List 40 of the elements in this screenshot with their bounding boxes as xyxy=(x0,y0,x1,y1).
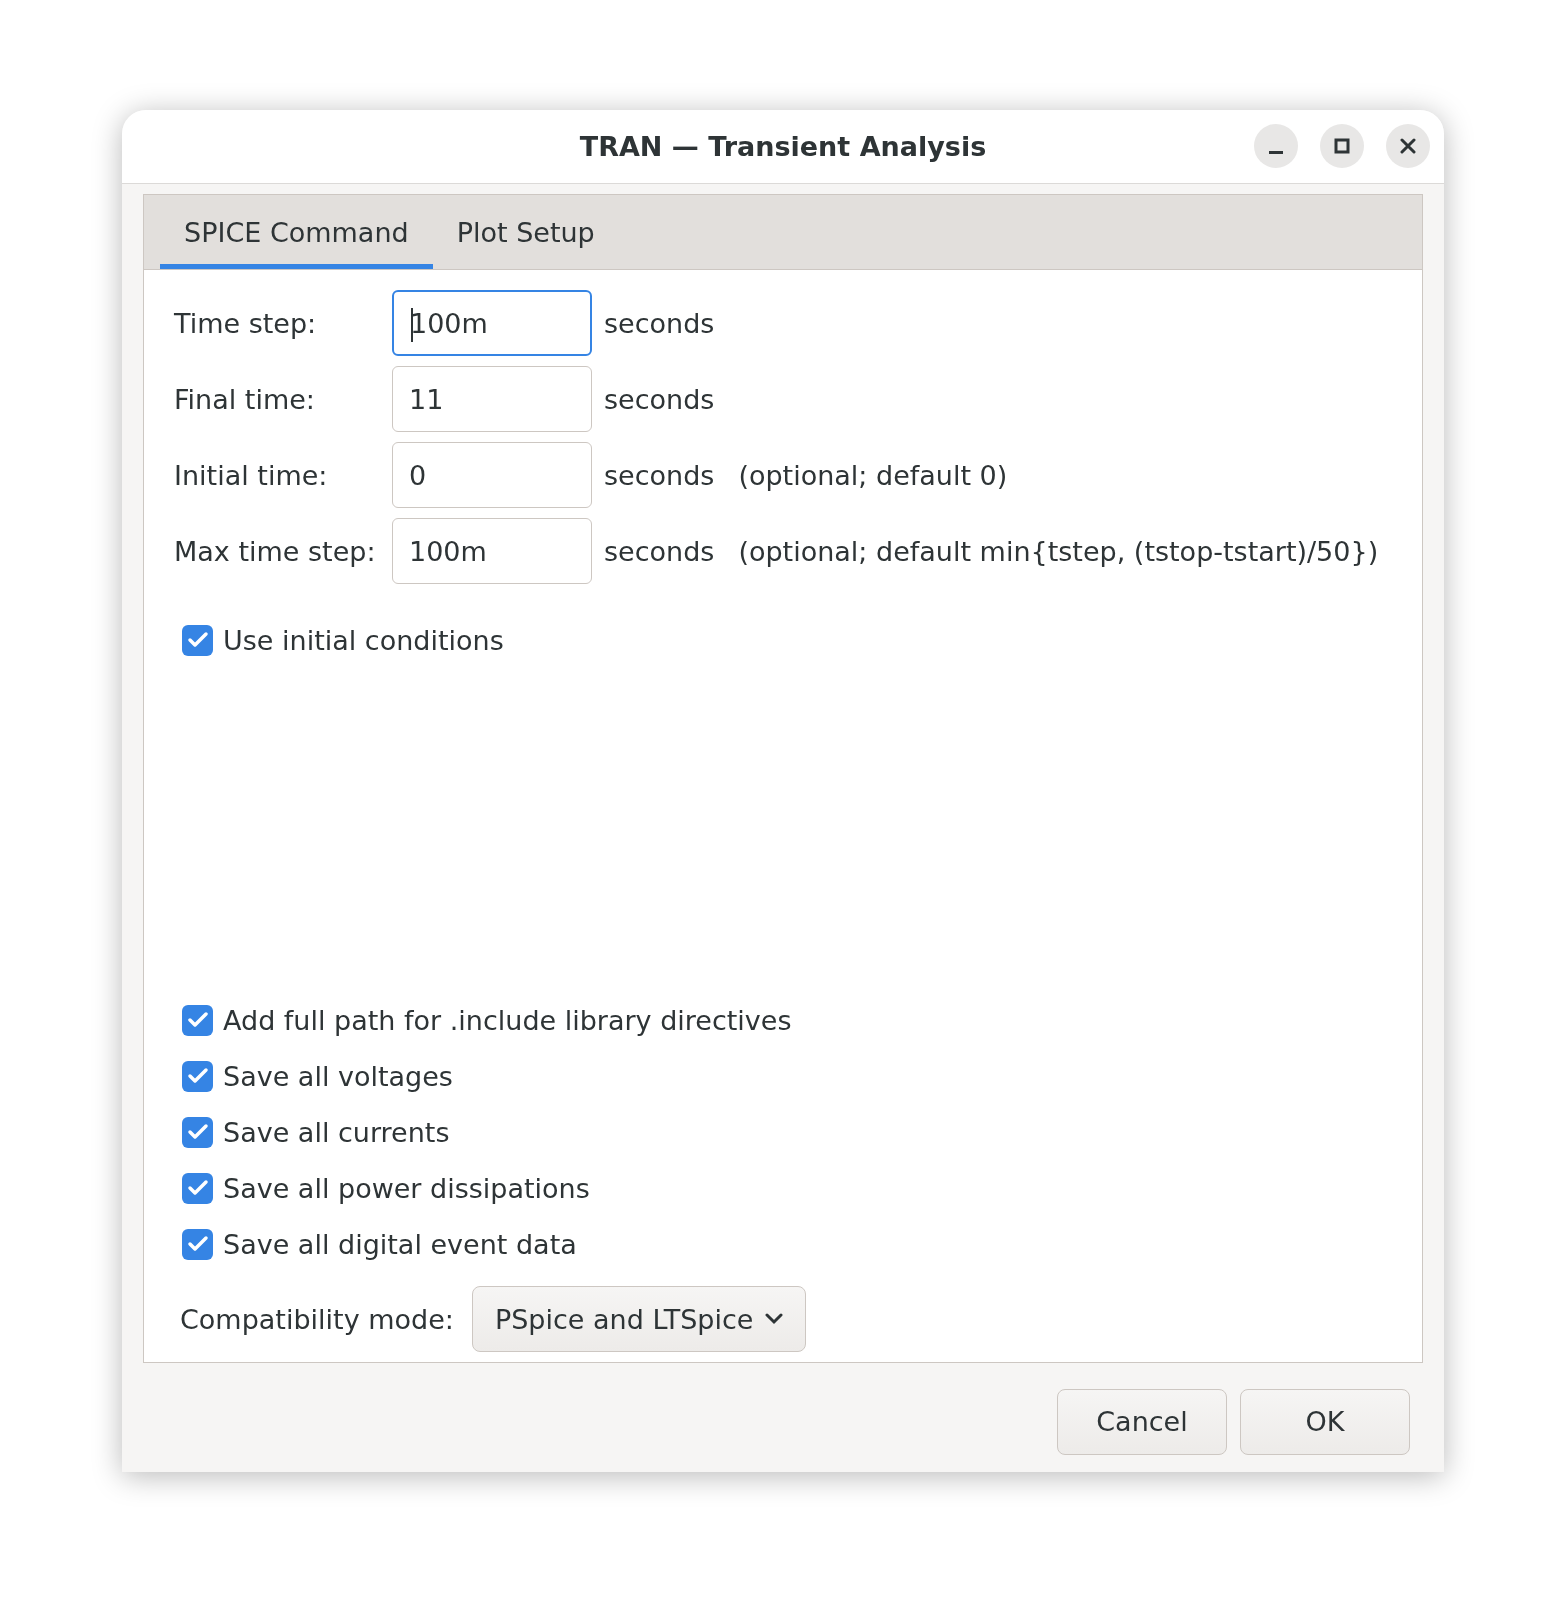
checkbox-label: Save all currents xyxy=(223,1116,450,1148)
dialog-button[interactable]: Cancel xyxy=(1057,1388,1227,1455)
close-button[interactable] xyxy=(1386,124,1430,168)
checkbox-label: Add full path for .include library directives xyxy=(223,1004,792,1036)
checkbox[interactable] xyxy=(182,1228,213,1260)
checkbox[interactable] xyxy=(182,1116,213,1148)
compatibility-label: Compatibility mode: xyxy=(180,1303,454,1335)
input-field[interactable]: 100m xyxy=(392,518,592,584)
field-label: Time step: xyxy=(174,307,318,339)
maximize-icon xyxy=(1334,138,1350,154)
field-label: Initial time: xyxy=(174,459,329,491)
checkbox-label: Use initial conditions xyxy=(223,624,504,656)
tab[interactable]: SPICE Command xyxy=(160,195,433,269)
unit-label: seconds xyxy=(604,459,715,491)
unit-label: seconds xyxy=(604,535,715,567)
unit-label: seconds xyxy=(604,383,715,415)
input-field[interactable]: 0 xyxy=(392,442,592,508)
minimize-button[interactable] xyxy=(1254,124,1298,168)
checkbox[interactable] xyxy=(182,1004,213,1036)
checkbox[interactable] xyxy=(182,1060,213,1092)
checkbox-label: Save all power dissipations xyxy=(223,1172,590,1204)
input-field[interactable]: 100m xyxy=(392,290,592,356)
checkbox[interactable] xyxy=(182,1172,213,1204)
checkbox[interactable] xyxy=(182,624,213,656)
input-field[interactable]: 11 xyxy=(392,366,592,432)
checkbox-label: Save all digital event data xyxy=(223,1228,577,1260)
compatibility-dropdown[interactable]: PSpice and LTSpice xyxy=(471,1286,807,1352)
field-label: Max time step: xyxy=(174,535,377,567)
checkbox-label: Save all voltages xyxy=(223,1060,453,1092)
tab[interactable]: Plot Setup xyxy=(432,195,619,269)
close-icon xyxy=(1400,138,1416,154)
field-label: Final time: xyxy=(174,383,316,415)
minimize-icon xyxy=(1269,150,1283,154)
hint-text: (optional; default min{tstep, (tstop-tstart)/50}) xyxy=(738,535,1379,567)
window-title: TRAN — Transient Analysis xyxy=(579,131,987,162)
chevron-down-icon xyxy=(765,1313,784,1325)
hint-text: (optional; default 0) xyxy=(738,459,1008,491)
unit-label: seconds xyxy=(604,307,715,339)
dialog-button[interactable]: OK xyxy=(1240,1388,1410,1455)
maximize-button[interactable] xyxy=(1320,124,1364,168)
